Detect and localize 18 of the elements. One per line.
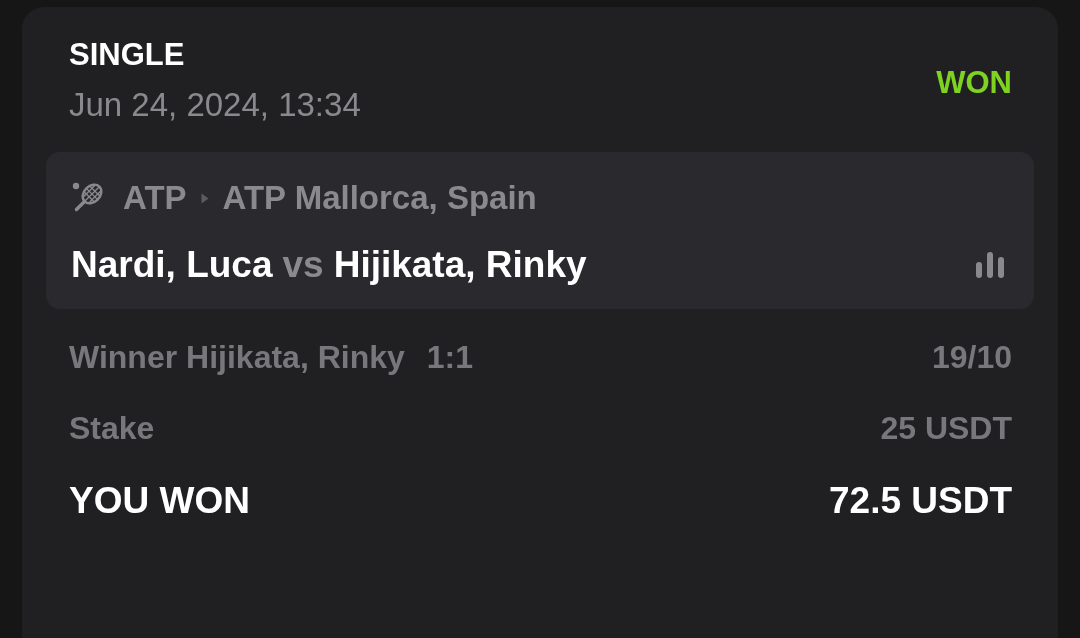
home-team-name: Nardi, Luca	[71, 243, 273, 287]
caret-icon	[200, 192, 209, 204]
selection-label: Winner Hijikata, Rinky	[69, 338, 405, 377]
bet-status: WON	[936, 63, 1012, 102]
event-panel[interactable]: ATP ATP Mallorca, Spain Nardi, Luca vs Hijikata, Rinky	[46, 152, 1034, 309]
category-link[interactable]: ATP	[123, 178, 187, 218]
versus-label: vs	[282, 243, 324, 287]
bet-type-title: SINGLE	[69, 36, 186, 74]
payout-label: YOU WON	[69, 479, 250, 523]
bar-chart-icon[interactable]	[976, 252, 1004, 278]
bet-date: Jun 24, 2024, 13:34	[69, 85, 361, 125]
stake-amount: 25 USDT	[880, 409, 1012, 448]
score-text: 1:1	[426, 338, 474, 377]
away-team-name: Hijikata, Rinky	[333, 243, 587, 287]
payout-amount: 72.5 USDT	[829, 479, 1012, 523]
odds-text: 19/10	[931, 338, 1012, 377]
tournament-link[interactable]: ATP Mallorca, Spain	[222, 178, 537, 218]
stake-label: Stake	[69, 409, 155, 448]
